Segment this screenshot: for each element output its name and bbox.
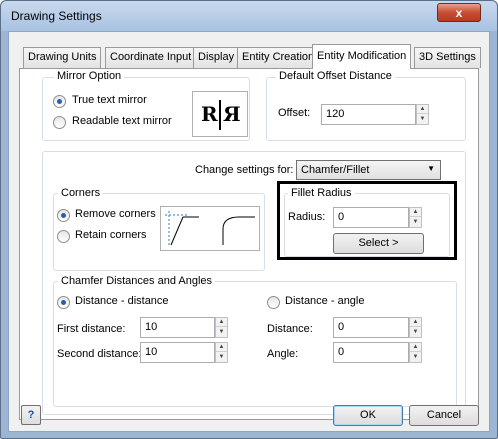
- readable-text-mirror-radio[interactable]: [53, 116, 66, 129]
- corners-preview: [160, 206, 260, 251]
- ok-button[interactable]: OK: [333, 405, 403, 426]
- spin-down-icon[interactable]: ▼: [216, 353, 227, 362]
- true-text-mirror-label[interactable]: True text mirror: [72, 94, 147, 106]
- spin-up-icon[interactable]: ▲: [410, 318, 421, 327]
- spin-down-icon[interactable]: ▼: [417, 115, 428, 124]
- change-settings-dropdown[interactable]: Chamfer/Fillet ▼: [296, 160, 441, 180]
- distance-input[interactable]: 0: [333, 317, 409, 338]
- dialog-client: Drawing Units Coordinate Input Display E…: [8, 31, 490, 432]
- chamfer-legend: Chamfer Distances and Angles: [58, 275, 216, 287]
- offset-spinner[interactable]: ▲ ▼: [416, 104, 429, 125]
- tab-drawing-units[interactable]: Drawing Units: [23, 47, 102, 68]
- spin-up-icon[interactable]: ▲: [410, 208, 421, 217]
- mirror-preview: R Я: [192, 91, 248, 137]
- tab-display[interactable]: Display: [193, 47, 240, 68]
- corners-legend: Corners: [58, 187, 104, 199]
- second-distance-input[interactable]: 10: [140, 342, 215, 363]
- distance-angle-radio[interactable]: [267, 296, 280, 309]
- readable-text-mirror-label[interactable]: Readable text mirror: [72, 115, 172, 127]
- second-distance-label: Second distance:: [57, 348, 142, 360]
- select-button[interactable]: Select >: [333, 233, 424, 254]
- tab-label: 3D Settings: [419, 51, 476, 63]
- angle-spinner[interactable]: ▲ ▼: [409, 342, 422, 363]
- tab-label: Coordinate Input: [110, 51, 192, 63]
- fillet-radius-legend: Fillet Radius: [288, 187, 355, 199]
- tab-panel: Mirror Option True text mirror Readable …: [19, 68, 479, 420]
- spin-up-icon[interactable]: ▲: [410, 343, 421, 352]
- retain-corners-radio[interactable]: [57, 230, 70, 243]
- first-distance-input[interactable]: 10: [140, 317, 215, 338]
- distance-distance-radio[interactable]: [57, 296, 70, 309]
- distance-value: 0: [338, 321, 345, 333]
- first-distance-value: 10: [145, 321, 158, 333]
- second-distance-value: 10: [145, 346, 158, 358]
- spin-down-icon[interactable]: ▼: [410, 353, 421, 362]
- mirror-axis: [219, 100, 221, 130]
- chevron-down-icon: ▼: [427, 164, 435, 173]
- second-distance-spinner[interactable]: ▲ ▼: [215, 342, 228, 363]
- spin-up-icon[interactable]: ▲: [417, 105, 428, 114]
- first-distance-spinner[interactable]: ▲ ▼: [215, 317, 228, 338]
- tab-label: Display: [198, 51, 235, 63]
- remove-corners-label[interactable]: Remove corners: [75, 208, 156, 220]
- spin-down-icon[interactable]: ▼: [410, 218, 421, 227]
- offset-legend: Default Offset Distance: [276, 70, 395, 82]
- distance-label: Distance:: [267, 323, 313, 335]
- tab-3d-settings[interactable]: 3D Settings: [414, 47, 481, 68]
- radius-value: 0: [338, 211, 345, 223]
- window-title: Drawing Settings: [11, 9, 102, 23]
- tab-label: Entity Modification: [317, 50, 407, 62]
- tab-label: Drawing Units: [28, 51, 97, 63]
- drawing-settings-dialog: Drawing Settings x Drawing Units Coordin…: [0, 0, 498, 439]
- help-icon: ?: [27, 409, 35, 421]
- tab-entity-creation[interactable]: Entity Creation: [237, 47, 320, 68]
- radius-input[interactable]: 0: [333, 207, 409, 228]
- spin-down-icon[interactable]: ▼: [410, 328, 421, 337]
- mirror-preview-right: Я: [223, 102, 241, 126]
- cancel-button[interactable]: Cancel: [409, 405, 479, 426]
- change-settings-value: Chamfer/Fillet: [301, 164, 370, 176]
- spin-down-icon[interactable]: ▼: [216, 328, 227, 337]
- tab-entity-modification[interactable]: Entity Modification: [312, 44, 412, 69]
- radius-label: Radius:: [288, 211, 326, 223]
- true-text-mirror-radio[interactable]: [53, 95, 66, 108]
- tab-coordinate-input[interactable]: Coordinate Input: [105, 47, 197, 68]
- mirror-preview-left: R: [201, 102, 218, 126]
- remove-corners-radio[interactable]: [57, 209, 70, 222]
- angle-label: Angle:: [267, 348, 299, 360]
- distance-angle-label[interactable]: Distance - angle: [285, 295, 365, 307]
- radius-spinner[interactable]: ▲ ▼: [409, 207, 422, 228]
- close-icon: x: [455, 5, 463, 20]
- offset-label: Offset:: [278, 107, 311, 119]
- distance-spinner[interactable]: ▲ ▼: [409, 317, 422, 338]
- offset-input[interactable]: 120: [321, 104, 416, 125]
- offset-value: 120: [326, 108, 345, 120]
- first-distance-label: First distance:: [57, 323, 126, 335]
- help-button[interactable]: ?: [21, 405, 41, 425]
- spin-up-icon[interactable]: ▲: [216, 318, 227, 327]
- tab-label: Entity Creation: [242, 51, 315, 63]
- angle-value: 0: [338, 346, 345, 358]
- distance-distance-label[interactable]: Distance - distance: [75, 295, 169, 307]
- title-bar[interactable]: Drawing Settings x: [1, 1, 497, 31]
- corner-illustration-icon: [165, 211, 255, 247]
- retain-corners-label[interactable]: Retain corners: [75, 229, 147, 241]
- mirror-option-legend: Mirror Option: [54, 70, 125, 82]
- angle-input[interactable]: 0: [333, 342, 409, 363]
- spin-up-icon[interactable]: ▲: [216, 343, 227, 352]
- close-button[interactable]: x: [437, 3, 481, 22]
- change-settings-label: Change settings for:: [195, 164, 294, 176]
